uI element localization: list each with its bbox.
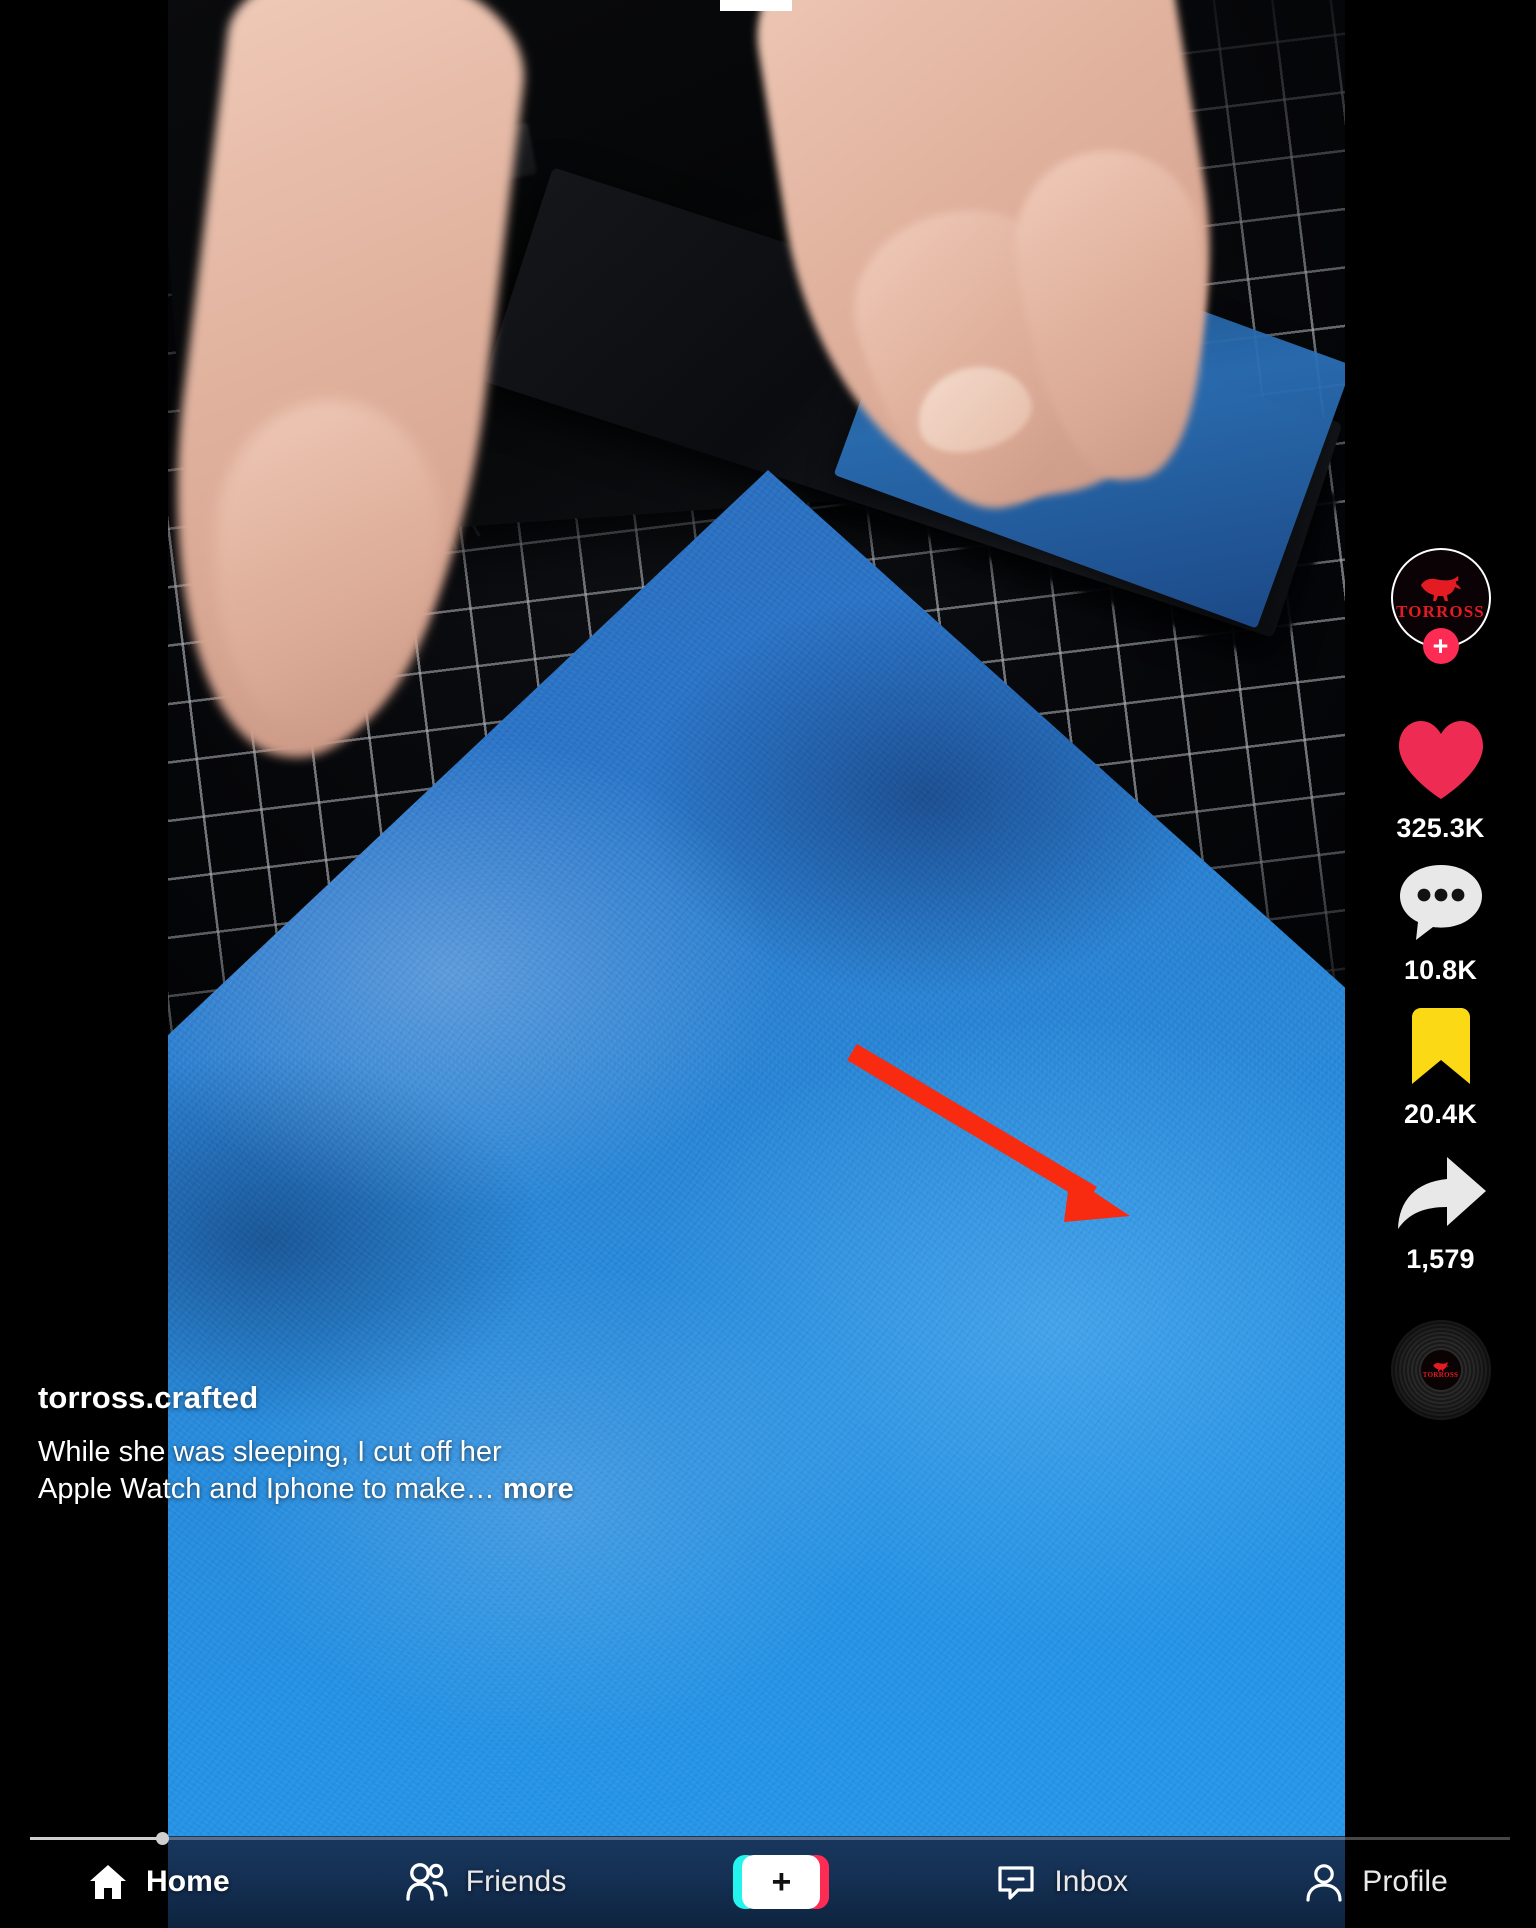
comment-button[interactable]: 10.8K (1345, 862, 1536, 986)
caption-more-link[interactable]: more (503, 1473, 574, 1505)
home-icon (88, 1862, 128, 1902)
disc-wrapper[interactable]: TORROSS (1390, 1320, 1491, 1420)
bookmark-button[interactable]: 20.4K (1345, 1006, 1536, 1130)
top-white-marker (720, 0, 792, 11)
caption-text[interactable]: While she was sleeping, I cut off her Ap… (38, 1434, 738, 1508)
follow-button[interactable]: + (1422, 628, 1459, 664)
heart-icon[interactable] (1395, 718, 1487, 802)
author-username[interactable]: torross.crafted (38, 1380, 828, 1416)
create-icon[interactable]: + (733, 1855, 830, 1909)
disc-bull-logo-icon (1432, 1361, 1449, 1372)
bookmark-count: 20.4K (1403, 1099, 1478, 1129)
video-player[interactable] (168, 0, 1345, 1838)
share-count: 1,579 (1406, 1244, 1475, 1274)
avatar-wrapper[interactable]: TORROSS + (1390, 548, 1491, 664)
tiktok-video-feed-screen: TORROSS + 325.3K 10.8K 20.4K 1,579 TORRO… (0, 0, 1536, 1928)
create-plus-label: + (771, 1863, 792, 1901)
like-count: 325.3K (1396, 813, 1485, 843)
friends-icon (406, 1862, 448, 1902)
vinyl-record-icon[interactable]: TORROSS (1390, 1320, 1491, 1420)
share-button[interactable]: 1,579 (1345, 1155, 1536, 1275)
bookmark-icon[interactable] (1404, 1006, 1478, 1088)
nav-label-profile: Profile (1362, 1865, 1448, 1898)
left-letterbox-bar (0, 0, 168, 1838)
caption-line-2: Apple Watch and Iphone to make… (38, 1472, 495, 1505)
inbox-icon (996, 1862, 1036, 1902)
nav-label-home: Home (145, 1865, 230, 1898)
caption-block: torross.crafted While she was sleeping, … (38, 1380, 828, 1508)
disc-brand-text: TORROSS (1422, 1370, 1459, 1379)
bull-logo-icon (1420, 576, 1461, 601)
nav-label-inbox: Inbox (1054, 1865, 1129, 1898)
like-button[interactable]: 325.3K (1345, 718, 1536, 844)
nav-item-profile[interactable]: Profile (1294, 1858, 1458, 1906)
nav-item-inbox[interactable]: Inbox (986, 1858, 1138, 1906)
nav-item-create[interactable]: + (732, 1851, 830, 1913)
nav-label-friends: Friends (465, 1865, 567, 1898)
caption-line-1: While she was sleeping, I cut off her (38, 1435, 502, 1468)
bottom-navigation-bar: Home Friends + Inbox Profile (0, 1836, 1536, 1928)
avatar-brand-text: TORROSS (1396, 602, 1485, 621)
disc-center-label: TORROSS (1420, 1350, 1461, 1390)
profile-icon (1304, 1862, 1344, 1902)
nav-item-home[interactable]: Home (78, 1858, 240, 1906)
comment-count: 10.8K (1403, 955, 1478, 985)
action-rail: TORROSS + 325.3K 10.8K 20.4K 1,579 TORRO… (1345, 0, 1536, 1838)
nav-item-friends[interactable]: Friends (396, 1858, 577, 1906)
share-icon[interactable] (1393, 1155, 1489, 1233)
comment-icon[interactable] (1397, 862, 1485, 944)
